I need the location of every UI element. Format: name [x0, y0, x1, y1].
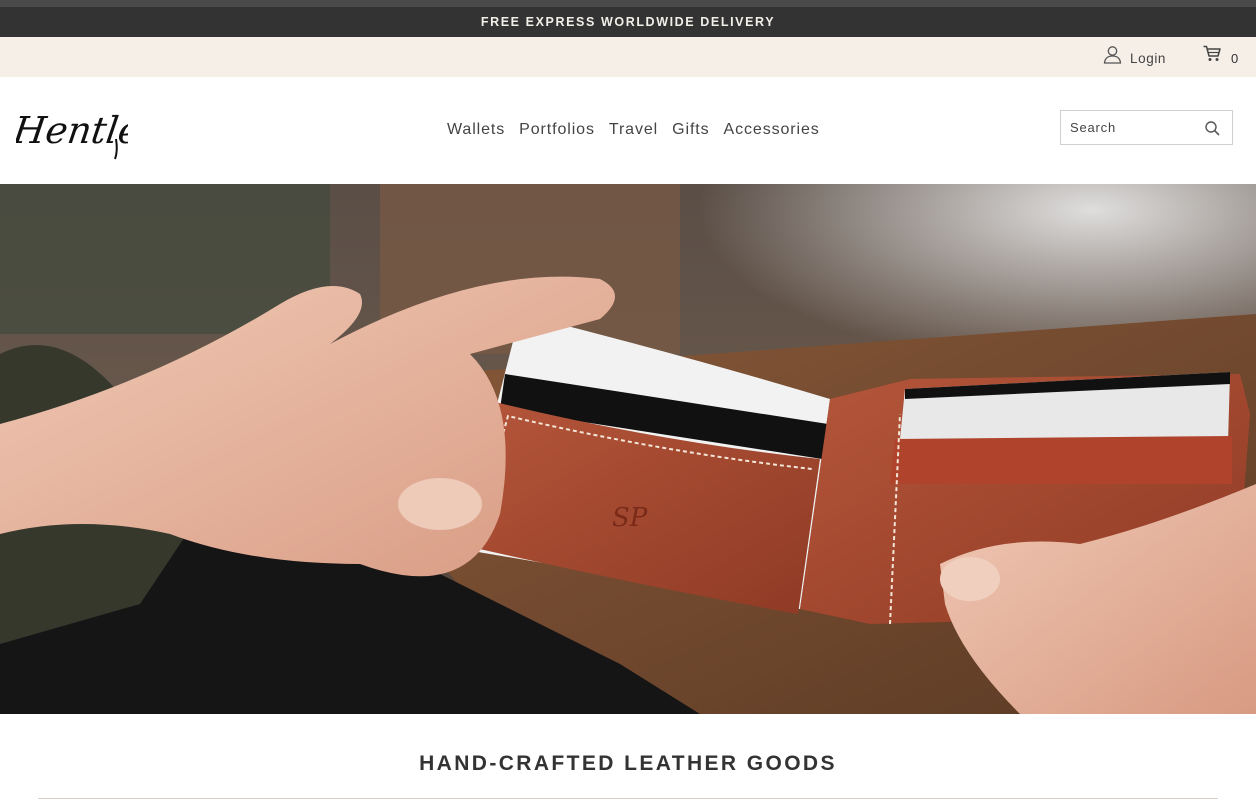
main-nav: Wallets Portfolios Travel Gifts Accessor…: [447, 121, 820, 139]
nav-item-accessories[interactable]: Accessories: [724, 121, 820, 139]
utility-bar: Login 0: [0, 37, 1256, 77]
nav-item-travel[interactable]: Travel: [609, 121, 658, 139]
user-icon: [1103, 45, 1122, 69]
section-divider: [38, 798, 1218, 799]
login-label: Login: [1130, 51, 1167, 66]
top-edge-bar: [0, 0, 1256, 7]
nav-item-gifts[interactable]: Gifts: [672, 121, 709, 139]
search-input[interactable]: [1061, 111, 1199, 144]
search-box: [1060, 110, 1233, 145]
nav-item-portfolios[interactable]: Portfolios: [519, 121, 595, 139]
announcement-bar: FREE EXPRESS WORLDWIDE DELIVERY: [0, 7, 1256, 37]
cart-count: 0: [1231, 50, 1239, 66]
section-heading: HAND-CRAFTED LEATHER GOODS: [419, 752, 837, 775]
hero-banner[interactable]: SP: [0, 184, 1256, 714]
logo-text: Hentley: [16, 108, 128, 152]
announcement-text: FREE EXPRESS WORLDWIDE DELIVERY: [480, 15, 776, 29]
site-header: Hentley Wallets Portfolios Travel Gifts …: [0, 77, 1256, 184]
cart-icon: [1203, 45, 1221, 67]
hero-image: SP: [0, 184, 1256, 714]
hero-monogram: SP: [612, 503, 648, 533]
search-icon[interactable]: [1205, 121, 1220, 141]
brand-logo[interactable]: Hentley: [10, 99, 165, 163]
nav-item-wallets[interactable]: Wallets: [447, 121, 505, 139]
login-link[interactable]: Login: [1103, 45, 1166, 69]
cart-link[interactable]: 0: [1203, 45, 1238, 67]
